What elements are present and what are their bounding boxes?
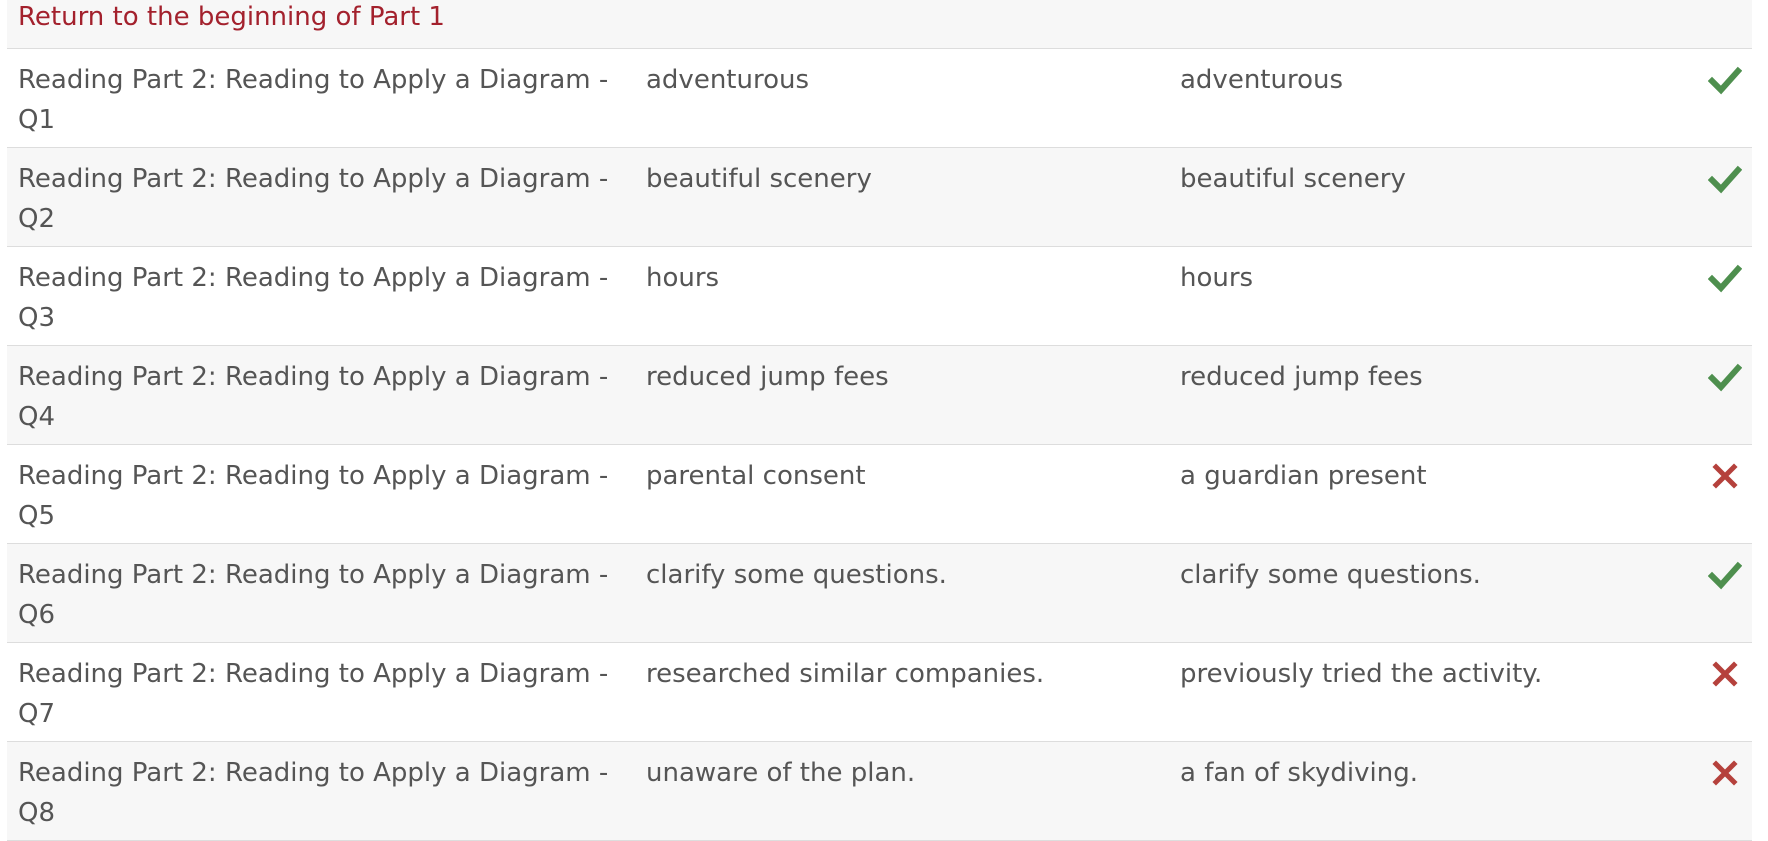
correct-answer: beautiful scenery [1180,164,1406,194]
question-label: Reading Part 2: Reading to Apply a Diagr… [18,461,609,531]
results-table: Return to the beginning of Part 1 Readin… [7,0,1752,841]
check-icon [1708,261,1742,295]
cross-icon [1708,459,1742,493]
correct-answer: a fan of skydiving. [1180,758,1418,788]
correct-answer: clarify some questions. [1180,560,1481,590]
question-label: Reading Part 2: Reading to Apply a Diagr… [18,164,609,234]
your-answer: beautiful scenery [646,164,872,194]
result-row: Reading Part 2: Reading to Apply a Diagr… [7,643,1752,742]
correct-answer: previously tried the activity. [1180,659,1543,689]
correct-answer: a guardian present [1180,461,1427,491]
your-answer: researched similar companies. [646,659,1045,689]
result-row: Reading Part 2: Reading to Apply a Diagr… [7,148,1752,247]
check-icon [1708,360,1742,394]
question-label: Reading Part 2: Reading to Apply a Diagr… [18,65,609,135]
result-row: Reading Part 2: Reading to Apply a Diagr… [7,544,1752,643]
your-answer: hours [646,263,720,293]
your-answer: adventurous [646,65,810,95]
check-icon [1708,63,1742,97]
return-to-part-1-link[interactable]: Return to the beginning of Part 1 [18,0,445,34]
your-answer: reduced jump fees [646,362,889,392]
your-answer: unaware of the plan. [646,758,916,788]
correct-answer: reduced jump fees [1180,362,1423,392]
result-row: Reading Part 2: Reading to Apply a Diagr… [7,49,1752,148]
result-row: Reading Part 2: Reading to Apply a Diagr… [7,346,1752,445]
check-icon [1708,558,1742,592]
question-label: Reading Part 2: Reading to Apply a Diagr… [18,659,609,729]
correct-answer: adventurous [1180,65,1344,95]
question-label: Reading Part 2: Reading to Apply a Diagr… [18,560,609,630]
result-row: Reading Part 2: Reading to Apply a Diagr… [7,445,1752,544]
cross-icon [1708,756,1742,790]
check-icon [1708,162,1742,196]
correct-answer: hours [1180,263,1254,293]
your-answer: clarify some questions. [646,560,947,590]
return-row: Return to the beginning of Part 1 [7,0,1752,49]
question-label: Reading Part 2: Reading to Apply a Diagr… [18,362,609,432]
question-label: Reading Part 2: Reading to Apply a Diagr… [18,758,609,828]
result-row: Reading Part 2: Reading to Apply a Diagr… [7,742,1752,841]
your-answer: parental consent [646,461,866,491]
cross-icon [1708,657,1742,691]
result-row: Reading Part 2: Reading to Apply a Diagr… [7,247,1752,346]
question-label: Reading Part 2: Reading to Apply a Diagr… [18,263,609,333]
